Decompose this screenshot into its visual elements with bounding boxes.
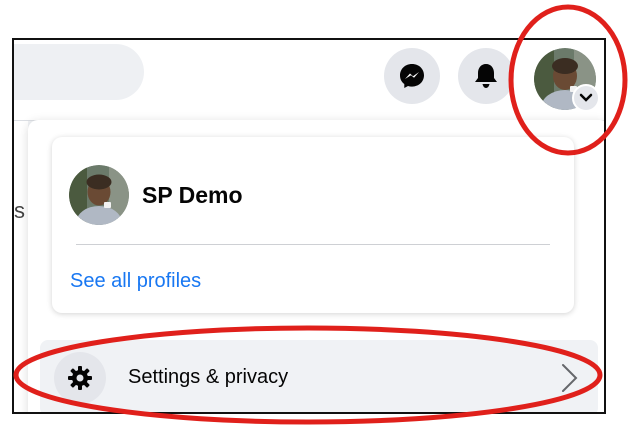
messenger-icon bbox=[400, 64, 424, 88]
bell-icon bbox=[475, 64, 497, 88]
messenger-button[interactable] bbox=[384, 48, 440, 104]
chevron-down-icon bbox=[579, 93, 593, 102]
account-button[interactable] bbox=[534, 48, 600, 112]
see-all-profiles-link[interactable]: See all profiles bbox=[70, 270, 201, 293]
chevron-right-icon bbox=[562, 364, 578, 392]
notifications-button[interactable] bbox=[458, 48, 514, 104]
divider bbox=[76, 244, 550, 245]
settings-and-privacy-item[interactable]: Settings & privacy bbox=[40, 340, 598, 412]
profile-name: SP Demo bbox=[142, 182, 243, 208]
top-navigation-bar bbox=[14, 40, 604, 121]
account-chevron[interactable] bbox=[572, 84, 600, 112]
settings-and-privacy-label: Settings & privacy bbox=[128, 366, 289, 388]
settings-icon-container bbox=[54, 352, 106, 404]
gear-icon bbox=[68, 366, 92, 390]
profile-photo bbox=[69, 165, 129, 225]
partial-left-text: s bbox=[14, 198, 25, 223]
profile-avatar bbox=[69, 165, 129, 225]
search-bar[interactable] bbox=[14, 44, 144, 100]
left-background-column bbox=[14, 121, 28, 412]
profile-card[interactable]: SP Demo See all profiles bbox=[52, 137, 574, 313]
browser-viewport: s SP Demo See all profiles Settings & pr… bbox=[12, 38, 606, 414]
account-menu-dropdown: SP Demo See all profiles Settings & priv… bbox=[28, 120, 604, 412]
